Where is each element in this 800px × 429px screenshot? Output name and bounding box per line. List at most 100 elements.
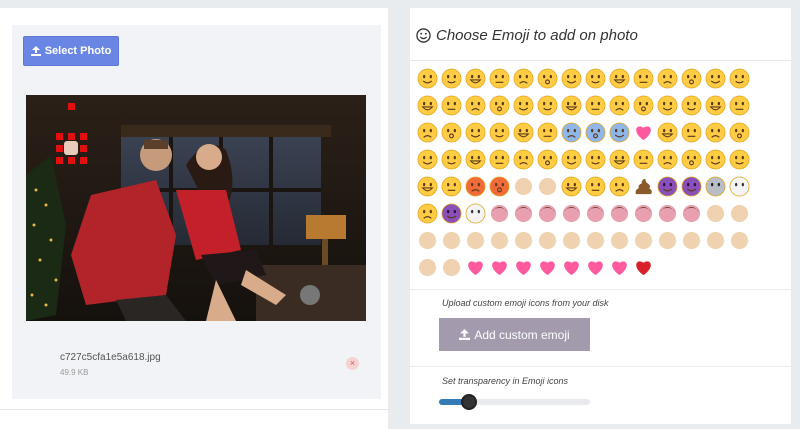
emoji-poop-icon[interactable] (632, 175, 655, 198)
emoji-open-hands-icon[interactable] (608, 229, 631, 252)
emoji-open-mouth-icon[interactable] (488, 121, 511, 144)
emoji-persevere-icon[interactable] (584, 148, 607, 171)
emoji-angry-icon[interactable] (488, 175, 511, 198)
transparency-slider[interactable] (439, 394, 590, 410)
emoji-fist-icon[interactable] (536, 229, 559, 252)
emoji-raised-finger-icon[interactable] (440, 256, 463, 279)
emoji-anguished-icon[interactable] (464, 121, 487, 144)
emoji-tongue-icon[interactable] (728, 67, 751, 90)
emoji-clap-icon[interactable] (656, 229, 679, 252)
emoji-crying-face-icon[interactable] (608, 175, 631, 198)
emoji-disappointed-icon[interactable] (512, 175, 535, 198)
emoji-thermometer-icon[interactable] (416, 175, 439, 198)
emoji-pensive-icon[interactable] (560, 94, 583, 117)
emoji-point-up-2-icon[interactable] (464, 229, 487, 252)
selection-handle[interactable] (80, 145, 87, 152)
selected-emoji[interactable] (64, 141, 78, 155)
emoji-triumph-icon[interactable] (536, 148, 559, 171)
emoji-weary-icon[interactable] (560, 148, 583, 171)
emoji-confused-icon[interactable] (488, 148, 511, 171)
emoji-thumbs-down-icon[interactable] (512, 229, 535, 252)
selection-handle[interactable] (68, 133, 75, 140)
emoji-flushed-icon[interactable] (680, 121, 703, 144)
emoji-victory-icon[interactable] (416, 229, 439, 252)
emoji-dancer-pair-icon[interactable] (512, 202, 535, 225)
emoji-growing-heart-icon[interactable] (608, 256, 631, 279)
emoji-thinking-icon[interactable] (512, 121, 535, 144)
uploaded-photo[interactable] (26, 95, 366, 321)
emoji-thumbs-up-icon[interactable] (488, 229, 511, 252)
emoji-confounded-icon[interactable] (608, 148, 631, 171)
emoji-woman-3-icon[interactable] (584, 202, 607, 225)
selection-handle[interactable] (56, 145, 63, 152)
add-custom-emoji-button[interactable]: Add custom emoji (439, 318, 590, 351)
emoji-neutral-icon[interactable] (728, 94, 751, 117)
emoji-point-up-icon[interactable] (440, 229, 463, 252)
emoji-woman-5-icon[interactable] (632, 202, 655, 225)
emoji-head-bandage-icon[interactable] (440, 175, 463, 198)
emoji-nerd-icon[interactable] (584, 94, 607, 117)
emoji-innocent-icon[interactable] (704, 121, 727, 144)
emoji-sob-icon[interactable] (560, 175, 583, 198)
emoji-muscle-icon[interactable] (680, 229, 703, 252)
emoji-hushed-icon[interactable] (416, 121, 439, 144)
emoji-hand-2-icon[interactable] (584, 229, 607, 252)
selection-handle[interactable] (68, 103, 75, 110)
emoji-squint-tongue-icon[interactable] (416, 94, 439, 117)
emoji-pray-icon[interactable] (704, 229, 727, 252)
emoji-imp-icon[interactable] (656, 175, 679, 198)
select-photo-button[interactable]: Select Photo (23, 36, 119, 66)
emoji-halo-smile-icon[interactable] (728, 121, 751, 144)
emoji-unamused-icon[interactable] (632, 67, 655, 90)
emoji-relaxed-icon[interactable] (512, 94, 535, 117)
emoji-sunglasses-icon[interactable] (608, 94, 631, 117)
emoji-woman-7-icon[interactable] (680, 202, 703, 225)
emoji-woman-1-icon[interactable] (536, 202, 559, 225)
emoji-blush-icon[interactable] (464, 94, 487, 117)
emoji-upside-down-icon[interactable] (440, 67, 463, 90)
emoji-astonished-icon[interactable] (680, 148, 703, 171)
emoji-hushed-2-icon[interactable] (704, 148, 727, 171)
selection-handle[interactable] (80, 157, 87, 164)
emoji-kissing-icon[interactable] (536, 94, 559, 117)
emoji-disappointed-relieved-icon[interactable] (536, 175, 559, 198)
emoji-smiling-imp-icon[interactable] (680, 175, 703, 198)
emoji-grinning-icon[interactable] (464, 67, 487, 90)
emoji-sleeping-icon[interactable] (416, 148, 439, 171)
emoji-woman-2-icon[interactable] (560, 202, 583, 225)
emoji-alien-icon[interactable] (704, 175, 727, 198)
emoji-gift-heart-icon[interactable] (584, 256, 607, 279)
emoji-yum-icon[interactable] (680, 67, 703, 90)
emoji-tired-icon[interactable] (632, 148, 655, 171)
emoji-heart-exclaim-icon[interactable] (512, 256, 535, 279)
emoji-hand-1-icon[interactable] (560, 229, 583, 252)
emoji-kissing-closed-eyes-icon[interactable] (488, 94, 511, 117)
selection-handle[interactable] (56, 133, 63, 140)
emoji-joy-icon[interactable] (584, 67, 607, 90)
emoji-money-mouth-icon[interactable] (704, 67, 727, 90)
emoji-rage-icon[interactable] (464, 175, 487, 198)
emoji-smiley-icon[interactable] (488, 67, 511, 90)
emoji-heart-eyes-icon[interactable] (632, 121, 655, 144)
emoji-no-mouth-icon[interactable] (464, 148, 487, 171)
slider-thumb[interactable] (461, 394, 478, 410)
emoji-woman-4-icon[interactable] (608, 202, 631, 225)
emoji-eyes-icon[interactable] (464, 202, 487, 225)
emoji-frowning-icon[interactable] (440, 121, 463, 144)
emoji-scream-icon[interactable] (608, 121, 631, 144)
emoji-punch-icon[interactable] (632, 229, 655, 252)
emoji-space-invader-icon[interactable] (440, 202, 463, 225)
emoji-wink-tongue-icon[interactable] (440, 94, 463, 117)
emoji-cry-icon[interactable] (584, 175, 607, 198)
emoji-dancers-icon[interactable] (488, 202, 511, 225)
emoji-mask-icon[interactable] (728, 148, 751, 171)
emoji-grimacing-icon[interactable] (632, 94, 655, 117)
emoji-smirk-icon[interactable] (656, 94, 679, 117)
emoji-tongue-out-icon[interactable] (416, 202, 439, 225)
remove-file-button[interactable]: × (346, 357, 359, 370)
emoji-cold-sweat-icon[interactable] (560, 121, 583, 144)
emoji-star-struck-icon[interactable] (656, 121, 679, 144)
emoji-expressionless-icon[interactable] (656, 67, 679, 90)
emoji-hugging-icon[interactable] (680, 94, 703, 117)
emoji-smile-icon[interactable] (512, 67, 535, 90)
